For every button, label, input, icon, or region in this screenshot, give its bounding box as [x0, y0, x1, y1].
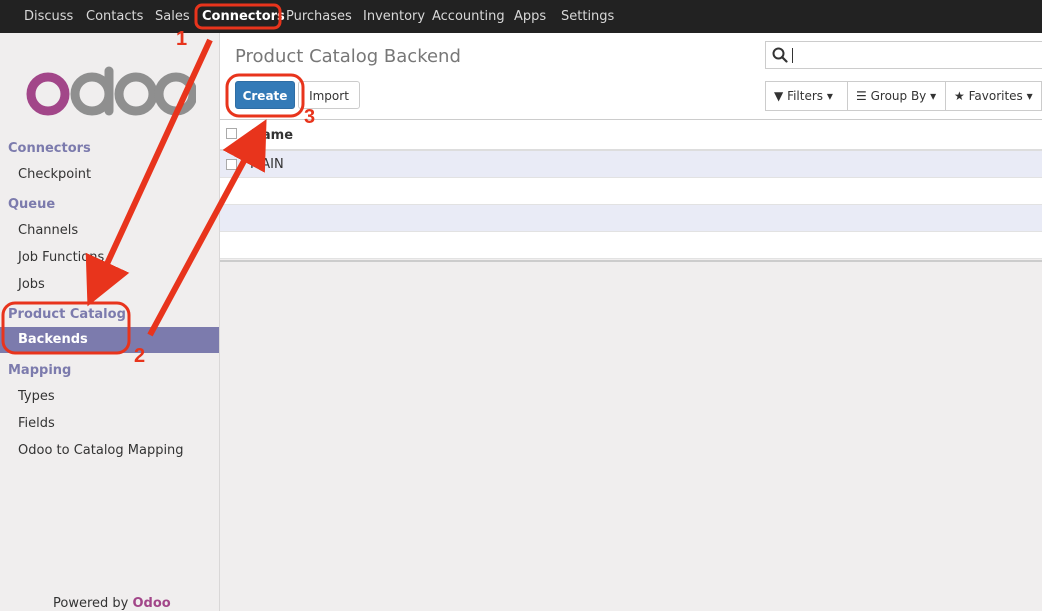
group-by-dropdown[interactable]: ☰ Group By ▾ [847, 81, 946, 111]
select-all-checkbox[interactable] [226, 128, 237, 139]
menu-apps[interactable]: Apps [514, 0, 546, 33]
menu-discuss[interactable]: Discuss [24, 0, 73, 33]
table-row [220, 232, 1042, 259]
text-cursor [792, 48, 793, 63]
sidebar-item-backends-label: Backends [18, 332, 88, 347]
sidebar-item-channels[interactable]: Channels [18, 223, 78, 238]
star-icon: ★ [954, 89, 965, 103]
sidebar-item-job-functions[interactable]: Job Functions [18, 250, 104, 265]
annotation-number-2: 2 [134, 345, 146, 367]
sidebar: Connectors Checkpoint Queue Channels Job… [0, 33, 220, 611]
filters-dropdown[interactable]: ▼ Filters ▾ [765, 81, 848, 111]
list-header: Name [220, 120, 1042, 151]
annotation-number-1: 1 [176, 28, 188, 50]
create-button[interactable]: Create [235, 81, 295, 109]
caret-down-icon: ▾ [1026, 89, 1033, 103]
sidebar-item-fields[interactable]: Fields [18, 416, 55, 431]
import-button[interactable]: Import [298, 81, 360, 109]
list-footer-divider [220, 260, 1042, 262]
top-navbar: Discuss Contacts Sales Connectors Purcha… [0, 0, 1042, 33]
favorites-label: Favorites [968, 89, 1023, 103]
sidebar-item-types[interactable]: Types [18, 389, 55, 404]
row-name: MAIN [250, 157, 284, 172]
column-header-name[interactable]: Name [251, 128, 293, 143]
table-row[interactable]: MAIN [220, 151, 1042, 178]
caret-down-icon: ▾ [930, 89, 937, 103]
search-input[interactable] [765, 41, 1042, 69]
sidebar-item-odoo-to-catalog-mapping[interactable]: Odoo to Catalog Mapping [18, 443, 184, 458]
section-mapping: Mapping [8, 363, 72, 378]
menu-purchases[interactable]: Purchases [286, 0, 352, 33]
odoo-logo[interactable] [26, 63, 196, 123]
menu-contacts[interactable]: Contacts [86, 0, 143, 33]
filters-label: Filters [787, 89, 824, 103]
sidebar-item-backends[interactable]: Backends [0, 327, 219, 353]
caret-down-icon: ▾ [826, 89, 833, 103]
search-icon [772, 47, 788, 63]
powered-by: Powered by Odoo [53, 596, 171, 611]
table-row [220, 205, 1042, 232]
menu-settings[interactable]: Settings [561, 0, 614, 33]
section-queue: Queue [8, 197, 56, 212]
sidebar-item-checkpoint[interactable]: Checkpoint [18, 167, 91, 182]
row-checkbox[interactable] [226, 159, 237, 170]
list-icon: ☰ [856, 89, 867, 103]
group-by-label: Group By [870, 89, 927, 103]
sidebar-item-jobs[interactable]: Jobs [18, 277, 45, 292]
menu-inventory[interactable]: Inventory [363, 0, 425, 33]
page-title: Product Catalog Backend [235, 46, 461, 67]
favorites-dropdown[interactable]: ★ Favorites ▾ [945, 81, 1042, 111]
powered-by-text: Powered by [53, 596, 129, 611]
menu-accounting[interactable]: Accounting [432, 0, 505, 33]
section-product-catalog: Product Catalog [8, 307, 126, 322]
filter-icon: ▼ [774, 89, 784, 103]
control-panel: Product Catalog Backend Create Import ▼ … [220, 33, 1042, 120]
powered-by-brand-link[interactable]: Odoo [133, 596, 171, 611]
annotation-number-3: 3 [304, 106, 316, 128]
main-content: Product Catalog Backend Create Import ▼ … [220, 33, 1042, 611]
menu-connectors[interactable]: Connectors [202, 0, 285, 33]
table-row [220, 178, 1042, 205]
section-connectors: Connectors [8, 141, 91, 156]
